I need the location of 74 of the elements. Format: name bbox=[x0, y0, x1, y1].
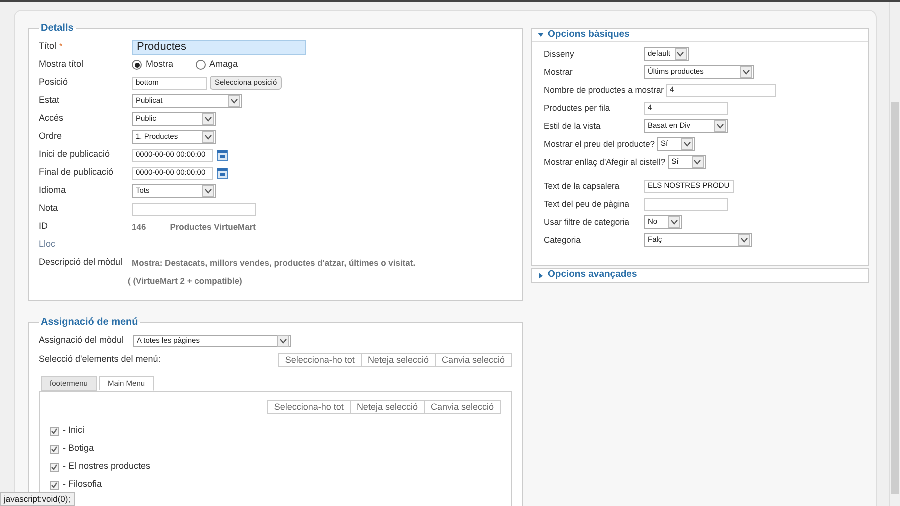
field-label: Selecció d'elements del menú: bbox=[39, 353, 161, 366]
field-label: Nombre de productes a mostrar bbox=[544, 84, 665, 96]
radio-label: Mostra bbox=[146, 58, 174, 72]
caret-icon bbox=[692, 156, 704, 168]
caret-icon bbox=[277, 335, 289, 347]
field-label: Títol bbox=[39, 40, 57, 54]
menu-item-label: - Inici bbox=[63, 424, 85, 438]
caret-icon bbox=[228, 95, 240, 107]
field-label: Categoria bbox=[544, 234, 582, 246]
radio-button[interactable] bbox=[132, 60, 142, 70]
field-label: Final de publicació bbox=[39, 166, 114, 180]
selection-button[interactable]: Neteja selecció bbox=[350, 400, 425, 414]
selection-button[interactable]: Selecciona-ho tot bbox=[267, 400, 351, 414]
triangle-icon bbox=[538, 32, 544, 38]
field-label: Disseny bbox=[544, 48, 576, 60]
caret-icon bbox=[202, 113, 214, 125]
triangle-icon bbox=[538, 272, 544, 278]
caret-icon bbox=[738, 234, 750, 246]
panel-title: Assignació de menú bbox=[40, 316, 140, 330]
scrollbar[interactable] bbox=[889, 2, 900, 506]
input-field[interactable] bbox=[644, 198, 728, 210]
menu-item-label: - Filosofia bbox=[63, 478, 102, 492]
id-value: 146 bbox=[132, 220, 146, 234]
required-mark: * bbox=[60, 41, 63, 53]
status-bar: javascript:void(0); bbox=[0, 492, 75, 506]
selection-button[interactable]: Selecciona-ho tot bbox=[278, 353, 362, 367]
menu-item-checkbox[interactable] bbox=[50, 462, 59, 472]
field-label: ID bbox=[39, 220, 48, 234]
field-label: Mostra títol bbox=[39, 58, 84, 72]
field-label: Mostrar enllaç d'Afegir al cistell? bbox=[544, 156, 667, 168]
radio-button[interactable] bbox=[196, 60, 206, 70]
selection-button[interactable]: Canvia selecció bbox=[424, 400, 501, 414]
module-type: Productes VirtueMart bbox=[170, 220, 256, 234]
field-label: Mostrar bbox=[544, 66, 574, 78]
menu-item-checkbox[interactable] bbox=[50, 444, 59, 454]
menu-item-checkbox[interactable] bbox=[50, 480, 59, 490]
menu-item-checkbox[interactable] bbox=[50, 426, 59, 436]
field-label: Accés bbox=[39, 112, 64, 126]
module-description: Mostra: Destacats, millors vendes, productes d'atzar, últimes o visitat. bbox=[132, 256, 416, 270]
menu-item-label: - Botiga bbox=[63, 442, 94, 456]
field-label: Nota bbox=[39, 202, 58, 216]
caret-icon bbox=[668, 216, 680, 228]
caret-icon bbox=[674, 48, 687, 60]
compatibility-note: ( (VirtueMart 2 + compatible) bbox=[128, 274, 242, 288]
field-label: Estat bbox=[39, 94, 60, 108]
caret-icon bbox=[714, 120, 726, 132]
field-label: Idioma bbox=[39, 184, 66, 198]
field-label: Productes per fila bbox=[544, 102, 612, 114]
section-header[interactable]: Opcions avançades bbox=[531, 268, 869, 283]
field-label: Ordre bbox=[39, 130, 62, 144]
menu-item-label: - El nostres productes bbox=[63, 460, 151, 474]
radio-label: Amaga bbox=[210, 58, 238, 72]
selection-button[interactable]: Neteja selecció bbox=[360, 353, 436, 367]
field-label: Assignació del mòdul bbox=[39, 334, 126, 348]
field-label: Descripció del mòdul bbox=[39, 256, 123, 270]
calendar-icon[interactable] bbox=[217, 150, 228, 160]
selection-button[interactable]: Canvia selecció bbox=[434, 353, 512, 367]
caret-icon bbox=[681, 138, 694, 150]
caret-icon bbox=[202, 185, 214, 197]
section-header[interactable]: Opcions bàsiques bbox=[532, 29, 868, 42]
field-label: Estil de la vista bbox=[544, 120, 602, 132]
field-label: Text de la capsalera bbox=[544, 180, 621, 192]
field-label: Usar filtre de categoria bbox=[544, 216, 631, 228]
field-label: Posició bbox=[39, 76, 68, 90]
calendar-icon[interactable] bbox=[217, 168, 228, 178]
field-label: Inici de publicació bbox=[39, 148, 110, 162]
caret-icon bbox=[740, 66, 752, 78]
field-label: Text del peu de pàgina bbox=[544, 198, 631, 210]
title-field[interactable]: Productes bbox=[132, 40, 306, 54]
panel-title: Detalls bbox=[40, 22, 75, 36]
input-field[interactable] bbox=[132, 202, 256, 216]
field-label: Mostrar el preu del producte? bbox=[544, 138, 656, 150]
field-label: Lloc bbox=[39, 238, 56, 252]
caret-icon bbox=[202, 131, 214, 143]
